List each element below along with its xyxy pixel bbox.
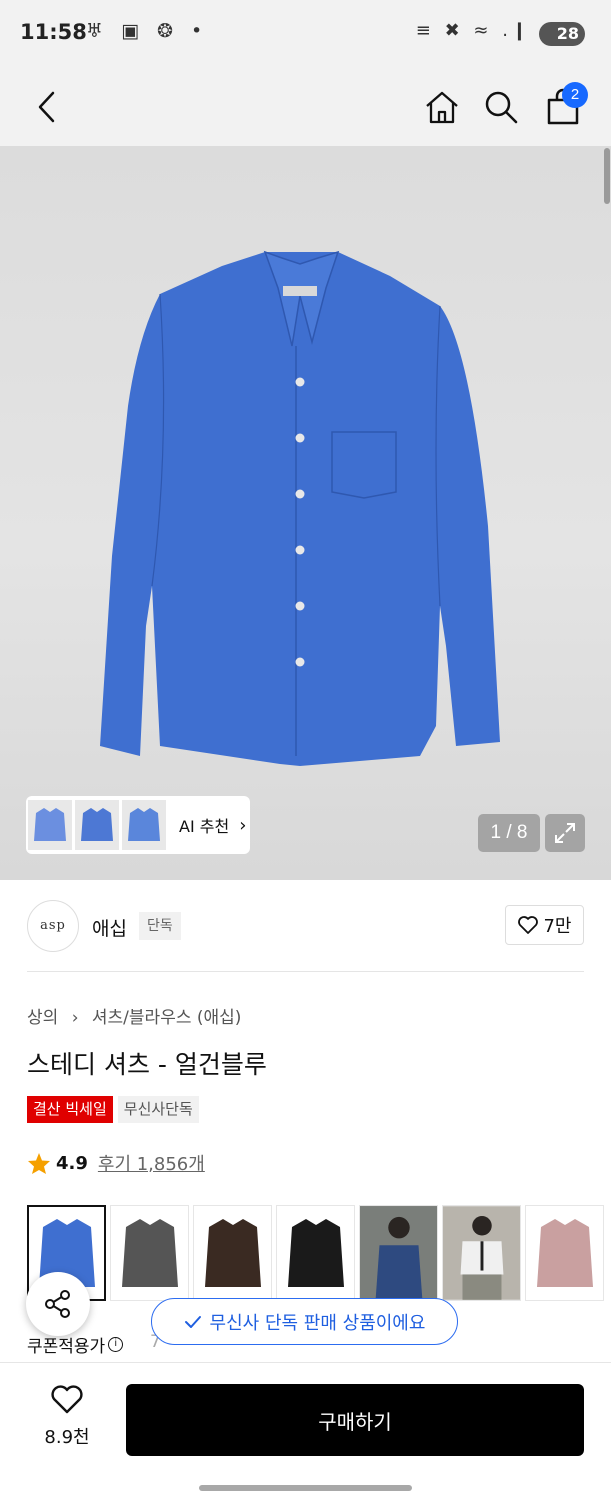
home-indicator[interactable]: [199, 1485, 412, 1491]
rating-score: 4.9: [56, 1152, 88, 1174]
star-icon: [28, 1152, 50, 1174]
exclusive-badge: 무신사단독: [117, 1096, 199, 1123]
coupon-price-row: 쿠폰적용가 i: [27, 1332, 124, 1357]
color-option-black[interactable]: [276, 1205, 355, 1301]
brand-like-button[interactable]: 7만: [505, 905, 584, 945]
shirt-thumb-icon: [81, 808, 113, 841]
color-options: [27, 1205, 608, 1301]
back-button[interactable]: [22, 82, 72, 132]
search-button[interactable]: [476, 82, 526, 132]
shirt-swatch-icon: [287, 1219, 344, 1287]
checkmark-icon: [184, 1315, 201, 1328]
share-icon: [45, 1290, 70, 1318]
battery-indicator: 28: [539, 22, 585, 46]
breadcrumb: 상의 › 셔츠/블라우스 (애십): [27, 1003, 249, 1028]
breadcrumb-separator: ›: [71, 1008, 79, 1028]
sale-badge: 결산 빅세일: [27, 1096, 113, 1123]
home-button[interactable]: [417, 82, 467, 132]
brand-like-count: 7만: [543, 916, 572, 937]
home-icon: [426, 91, 458, 124]
model-photo-icon: [443, 1206, 520, 1300]
system-icons: ≡ ✖ ≈ .❙: [415, 20, 531, 41]
wishlist-count: 8.9천: [44, 1427, 90, 1448]
toast-text: 무신사 단독 판매 상품이에요: [209, 1312, 426, 1334]
divider: [27, 971, 584, 972]
status-time: 11:58: [20, 20, 87, 44]
brand-row: asp 애십 단독 7만: [0, 880, 611, 972]
bottom-action-bar: 8.9천 구매하기: [0, 1362, 611, 1500]
search-icon: [485, 91, 518, 124]
breadcrumb-subcategory[interactable]: 셔츠/블라우스 (애십): [92, 1008, 242, 1028]
ai-thumb-1[interactable]: [28, 800, 72, 850]
buy-button[interactable]: 구매하기: [126, 1384, 584, 1456]
chevron-left-icon: [38, 91, 55, 123]
model-photo-white[interactable]: [442, 1205, 521, 1301]
heart-icon: [51, 1385, 83, 1414]
top-nav-bar: 2: [0, 68, 611, 146]
brand-logo[interactable]: asp: [27, 900, 79, 952]
share-button[interactable]: [26, 1272, 90, 1336]
ai-thumb-3[interactable]: [122, 800, 166, 850]
badge-row: 결산 빅세일 무신사단독: [27, 1096, 199, 1123]
chevron-right-icon: ›: [239, 814, 247, 836]
product-image-gallery[interactable]: AI 추천 › 1 / 8: [0, 146, 611, 880]
scroll-indicator: [604, 148, 610, 204]
info-icon[interactable]: i: [108, 1337, 124, 1352]
product-title: 스테디 셔츠 - 얼건블루: [27, 1050, 267, 1079]
ai-thumb-2[interactable]: [75, 800, 119, 850]
wishlist-button[interactable]: 8.9천: [36, 1385, 98, 1449]
brand-name[interactable]: 애십: [92, 914, 127, 941]
shirt-swatch-icon: [121, 1219, 178, 1287]
color-option-charcoal[interactable]: [110, 1205, 189, 1301]
ai-recommend-label: AI 추천: [179, 817, 230, 836]
expand-icon: [555, 823, 575, 843]
coupon-price-label: 쿠폰적용가: [27, 1337, 106, 1357]
color-option-pink[interactable]: [525, 1205, 604, 1301]
brand-exclusive-tag: 단독: [139, 912, 181, 940]
model-photo-icon: [360, 1206, 437, 1300]
shirt-swatch-icon: [204, 1219, 261, 1287]
reviews-link[interactable]: 후기 1,856개: [98, 1150, 205, 1176]
model-photo-blue[interactable]: [359, 1205, 438, 1301]
status-bar: 11:58 ♅ ▣ ❂ • ≡ ✖ ≈ .❙ 28: [0, 0, 611, 68]
shirt-thumb-icon: [34, 808, 66, 841]
heart-icon: [518, 916, 539, 934]
image-counter: 1 / 8: [478, 814, 540, 852]
color-option-brown[interactable]: [193, 1205, 272, 1301]
exclusive-toast: 무신사 단독 판매 상품이에요: [151, 1298, 458, 1345]
breadcrumb-category[interactable]: 상의: [27, 1008, 58, 1028]
product-image: [100, 250, 500, 766]
rating-row: 4.9 후기 1,856개: [27, 1150, 205, 1176]
shirt-thumb-icon: [128, 808, 160, 841]
expand-image-button[interactable]: [545, 814, 585, 852]
ai-recommendation-strip[interactable]: AI 추천 ›: [26, 796, 250, 854]
cart-count-badge: 2: [562, 82, 588, 108]
cart-button[interactable]: 2: [538, 82, 588, 132]
shirt-swatch-icon: [536, 1219, 593, 1287]
notification-icons: ♅ ▣ ❂ •: [86, 20, 209, 42]
